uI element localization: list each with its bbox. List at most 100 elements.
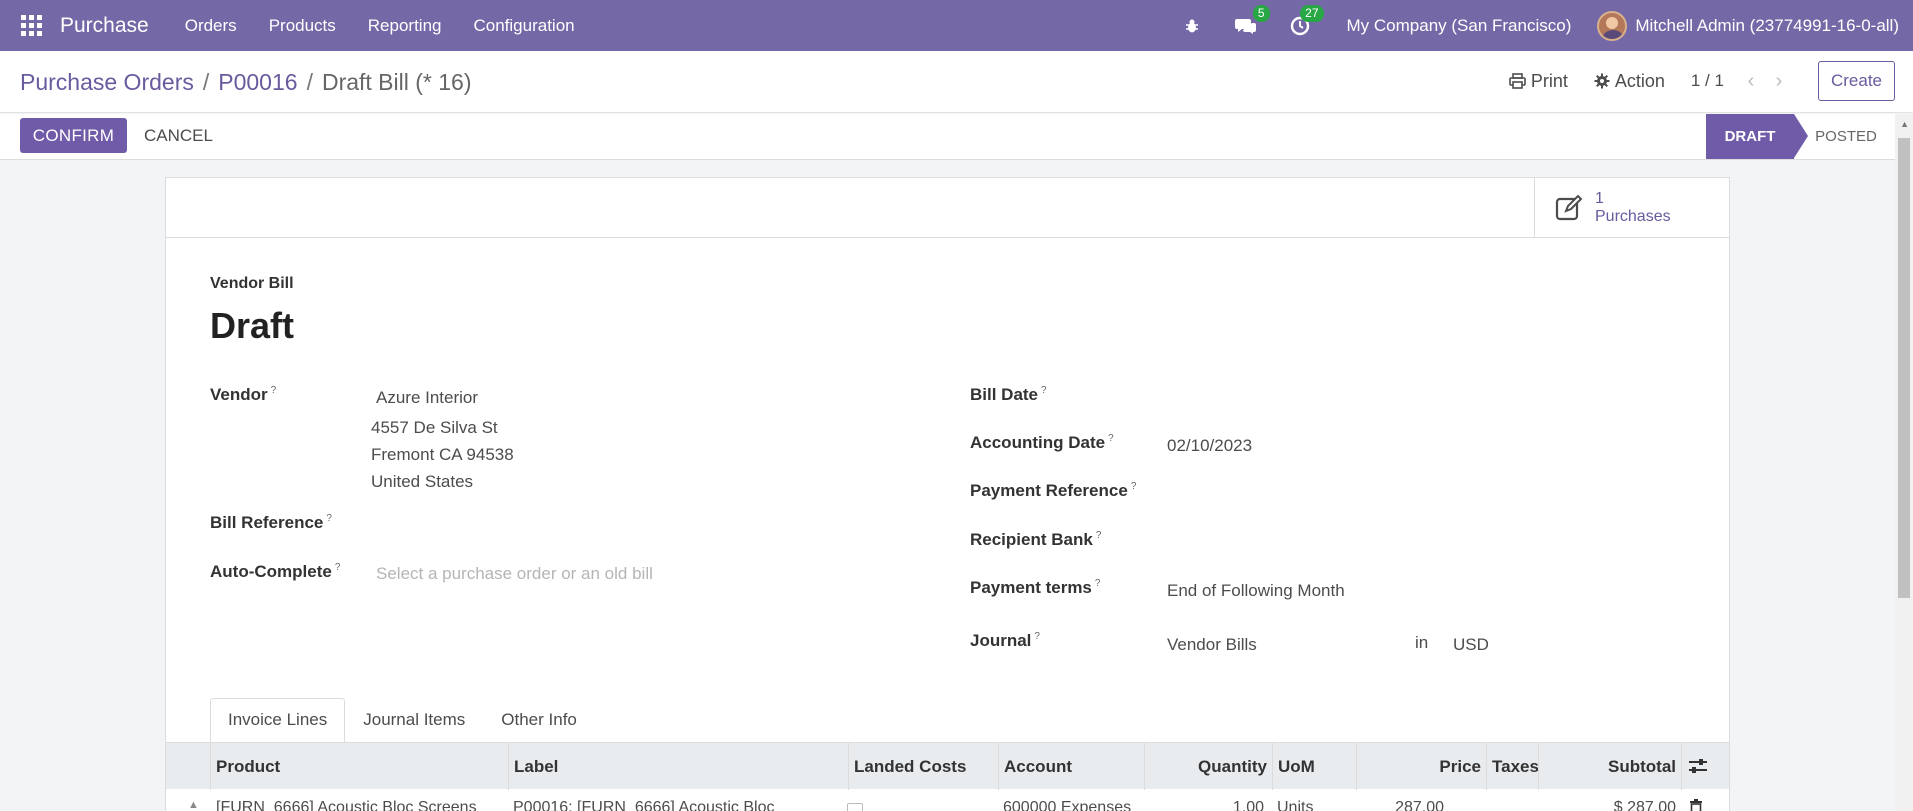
activities-badge: 27 [1300, 4, 1324, 22]
journal-in-label: in [1415, 633, 1429, 652]
vendor-field[interactable]: Azure Interior [376, 388, 478, 408]
column-quantity[interactable]: Quantity [1144, 743, 1272, 790]
purchases-label: Purchases [1595, 208, 1671, 225]
column-uom[interactable]: UoM [1272, 743, 1356, 790]
debug-bug-icon[interactable] [1181, 15, 1203, 37]
action-button[interactable]: Action [1594, 71, 1665, 92]
table-row[interactable]: ▲ [FURN_6666] Acoustic Bloc Screens P000… [166, 789, 1729, 811]
accounting-date-input[interactable]: 02/10/2023 [1167, 436, 1252, 456]
row-delete-trash-icon[interactable] [1689, 799, 1707, 811]
recipient-bank-input[interactable] [1167, 530, 1467, 552]
print-label: Print [1530, 70, 1568, 91]
top-navbar: Purchase Orders Products Reporting Confi… [0, 0, 1913, 51]
row-drag-handle-icon[interactable]: ▲ [188, 799, 199, 811]
breadcrumb: Purchase Orders / P00016 / Draft Bill (* 16) [20, 69, 472, 96]
create-button[interactable]: Create [1817, 61, 1895, 101]
column-landed-costs[interactable]: Landed Costs [848, 743, 998, 790]
gear-icon [1594, 73, 1610, 89]
document-type: Vendor Bill [210, 275, 294, 292]
payment-reference-label: Payment Reference? [970, 481, 1137, 500]
payment-terms-label: Payment terms? [970, 578, 1101, 597]
stage-posted[interactable]: POSTED [1806, 114, 1886, 159]
breadcrumb-separator: / [202, 69, 210, 95]
document-title: Draft [210, 305, 295, 346]
breadcrumb-separator: / [306, 69, 313, 95]
smart-button-box: 1 Purchases [166, 178, 1729, 238]
column-product[interactable]: Product [210, 743, 508, 790]
user-avatar[interactable] [1597, 10, 1628, 41]
form-sheet: 1 Purchases Vendor Bill Draft Vendor? Az… [165, 177, 1730, 811]
row-quantity[interactable]: 1.00 [1144, 799, 1264, 811]
tab-other-info[interactable]: Other Info [483, 698, 595, 742]
activities-clock-icon[interactable]: 27 [1289, 4, 1324, 37]
payment-terms-input[interactable]: End of Following Month [1167, 581, 1345, 601]
control-actions: Print Action 1 / 1 ‹ › Create [1509, 61, 1895, 101]
control-panel: Purchase Orders / P00016 / Draft Bill (* 16)… [0, 51, 1913, 113]
bill-reference-label: Bill Reference? [210, 513, 332, 532]
purchases-count: 1 [1595, 190, 1604, 207]
menu-products[interactable]: Products [253, 16, 352, 36]
vendor-address-line2: Fremont CA 94538 [371, 445, 514, 464]
print-button[interactable]: Print [1509, 71, 1568, 92]
menu-configuration[interactable]: Configuration [458, 16, 591, 36]
bill-reference-input[interactable] [376, 513, 856, 535]
status-bar: CONFIRM CANCEL DRAFT POSTED [0, 114, 1895, 160]
user-menu[interactable]: Mitchell Admin (23774991-16-0-all) [1635, 16, 1899, 36]
invoice-lines-header: Product Label Landed Costs Account Quant… [166, 742, 1729, 790]
payment-reference-input[interactable] [1167, 481, 1467, 503]
row-uom[interactable]: Units [1277, 799, 1355, 811]
column-subtotal[interactable]: Subtotal [1538, 743, 1681, 790]
vendor-label: Vendor? [210, 385, 277, 404]
print-icon [1509, 73, 1526, 89]
pager-next-icon[interactable]: › [1770, 70, 1788, 93]
purchases-smart-button[interactable]: 1 Purchases [1534, 178, 1729, 238]
messages-chat-icon[interactable]: 5 [1234, 4, 1270, 37]
scroll-up-icon[interactable]: ▲ [1900, 119, 1909, 129]
main-menu: Orders Products Reporting Configuration [169, 16, 591, 36]
row-label[interactable]: P00016: [FURN_6666] Acoustic Bloc [508, 799, 838, 811]
row-subtotal: $ 287.00 [1613, 799, 1676, 811]
bill-date-input[interactable] [1167, 385, 1467, 407]
vendor-address-line3: United States [371, 472, 474, 491]
row-account[interactable]: 600000 Expenses [998, 799, 1138, 811]
apps-menu-icon[interactable] [21, 14, 43, 37]
menu-reporting[interactable]: Reporting [352, 16, 458, 36]
stage-draft: DRAFT [1706, 114, 1808, 159]
journal-label: Journal? [970, 631, 1040, 650]
pager-value[interactable]: 1 / 1 [1691, 71, 1724, 91]
bill-date-label: Bill Date? [970, 385, 1047, 404]
recipient-bank-label: Recipient Bank? [970, 530, 1102, 549]
row-landed-costs-checkbox[interactable] [847, 803, 863, 811]
scrollbar-thumb[interactable] [1898, 138, 1910, 598]
auto-complete-label: Auto-Complete? [210, 562, 341, 581]
auto-complete-input[interactable]: Select a purchase order or an old bill [376, 564, 653, 584]
notebook-tabs: Invoice Lines Journal Items Other Info [210, 698, 595, 742]
menu-orders[interactable]: Orders [169, 16, 253, 36]
breadcrumb-current: Draft Bill (* 16) [321, 69, 472, 95]
messages-badge: 5 [1252, 4, 1270, 22]
breadcrumb-purchase-orders[interactable]: Purchase Orders [20, 69, 194, 95]
row-product[interactable]: [FURN_6666] Acoustic Bloc Screens [216, 799, 506, 811]
column-price[interactable]: Price [1356, 743, 1486, 790]
currency-input[interactable]: USD [1453, 635, 1489, 655]
breadcrumb-order[interactable]: P00016 [218, 69, 297, 95]
row-price[interactable]: 287.00 [1356, 799, 1444, 811]
pager-previous-icon[interactable]: ‹ [1742, 70, 1760, 93]
action-label: Action [1614, 70, 1665, 91]
app-name[interactable]: Purchase [60, 14, 149, 38]
tab-invoice-lines[interactable]: Invoice Lines [210, 698, 346, 742]
navbar-systray: 5 27 My Company (San Francisco) Mitchell… [1165, 0, 1913, 51]
tab-journal-items[interactable]: Journal Items [345, 698, 483, 742]
optional-columns-toggle[interactable] [1681, 743, 1729, 790]
journal-input[interactable]: Vendor Bills [1167, 635, 1257, 655]
confirm-button[interactable]: CONFIRM [20, 118, 127, 153]
vendor-address-line1: 4557 De Silva St [371, 418, 498, 437]
sliders-icon [1689, 759, 1707, 773]
edit-icon [1555, 194, 1583, 221]
cancel-button[interactable]: CANCEL [134, 118, 223, 153]
column-taxes[interactable]: Taxes [1486, 743, 1539, 790]
company-switcher[interactable]: My Company (San Francisco) [1347, 16, 1572, 36]
accounting-date-label: Accounting Date? [970, 433, 1114, 452]
column-label[interactable]: Label [508, 743, 848, 790]
column-account[interactable]: Account [998, 743, 1144, 790]
